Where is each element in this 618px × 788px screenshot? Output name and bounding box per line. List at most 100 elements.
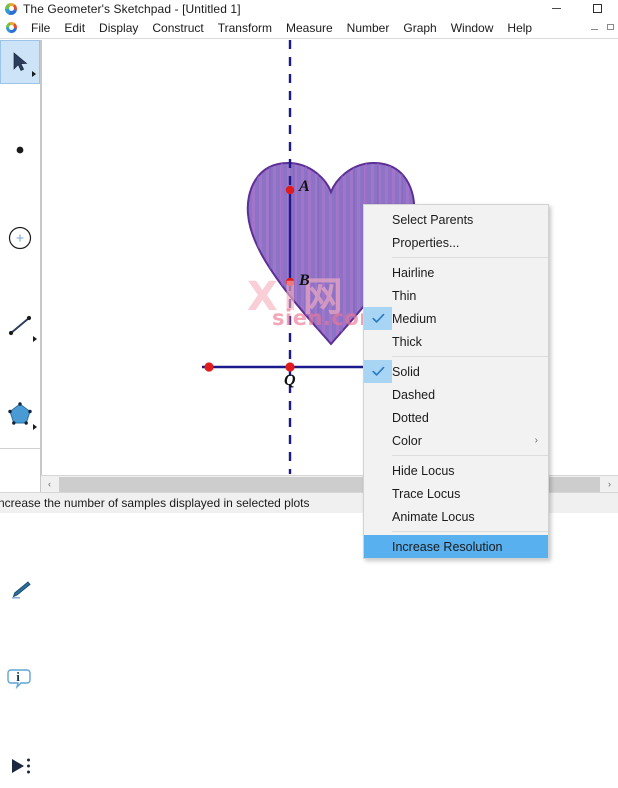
context-menu-separator	[392, 356, 548, 357]
checkmark-slot	[364, 459, 392, 482]
checkmark-slot	[364, 208, 392, 231]
compass-circle-tool[interactable]	[0, 216, 40, 260]
straightedge-tool[interactable]	[0, 304, 40, 348]
mdi-restore-button[interactable]	[602, 19, 618, 35]
marker-tool[interactable]	[0, 568, 40, 612]
label-point-q[interactable]: Q	[284, 372, 296, 390]
checkmark-slot	[364, 482, 392, 505]
play-triangle-icon	[12, 758, 30, 774]
menu-edit[interactable]: Edit	[57, 19, 92, 37]
custom-tools[interactable]	[0, 744, 40, 788]
context-menu-item-label: Medium	[392, 311, 437, 326]
context-menu-item-dashed[interactable]: Dashed	[364, 383, 548, 406]
flyout-arrow-icon	[33, 424, 37, 430]
arrow-icon	[13, 52, 28, 71]
context-menu-item-medium[interactable]: Medium	[364, 307, 548, 330]
mdi-minimize-icon	[590, 29, 598, 30]
context-menu-item-animate-locus[interactable]: Animate Locus	[364, 505, 548, 528]
menu-help[interactable]: Help	[500, 19, 539, 37]
menu-display[interactable]: Display	[92, 19, 145, 37]
context-menu-item-trace-locus[interactable]: Trace Locus	[364, 482, 548, 505]
menu-file[interactable]: File	[24, 19, 57, 37]
minimize-button[interactable]	[536, 0, 577, 17]
pentagon-icon	[8, 402, 32, 425]
point-q[interactable]	[285, 362, 295, 372]
context-menu-item-label: Dashed	[392, 387, 436, 402]
point-b[interactable]	[285, 277, 295, 287]
checkmark-icon	[364, 307, 392, 330]
menu-window[interactable]: Window	[444, 19, 501, 37]
flyout-arrow-icon	[33, 336, 37, 342]
context-menu-separator	[392, 257, 548, 258]
menu-construct[interactable]: Construct	[145, 19, 210, 37]
menu-transform[interactable]: Transform	[211, 19, 279, 37]
sketchpad-logo-icon	[5, 2, 17, 15]
maximize-button[interactable]	[577, 0, 618, 17]
checkmark-slot	[364, 261, 392, 284]
menu-graph[interactable]: Graph	[396, 19, 443, 37]
status-message: ncrease the number of samples displayed …	[0, 496, 310, 510]
circle-icon	[8, 226, 32, 250]
scroll-right-arrow-icon[interactable]: ›	[601, 476, 618, 492]
toolbar-divider	[0, 448, 40, 449]
context-menu-item-increase-resolution[interactable]: Increase Resolution	[364, 535, 548, 558]
checkmark-slot	[364, 383, 392, 406]
checkmark-slot	[364, 429, 392, 452]
context-menu-item-select-parents[interactable]: Select Parents	[364, 208, 548, 231]
menu-number[interactable]: Number	[340, 19, 397, 37]
mdi-minimize-button[interactable]	[586, 19, 602, 35]
checkmark-slot	[364, 231, 392, 254]
context-menu-item-label: Thick	[392, 334, 422, 349]
window-title: The Geometer's Sketchpad - [Untitled 1]	[23, 1, 241, 16]
context-menu-item-thin[interactable]: Thin	[364, 284, 548, 307]
context-menu-item-properties[interactable]: Properties...	[364, 231, 548, 254]
context-menu-item-label: Hairline	[392, 265, 435, 280]
chevron-right-icon: ›	[534, 435, 538, 446]
label-point-b[interactable]: B	[299, 272, 310, 290]
checkmark-icon	[364, 360, 392, 383]
point-icon	[16, 146, 24, 154]
context-menu-item-label: Select Parents	[392, 212, 474, 227]
mdi-restore-icon	[606, 24, 614, 30]
context-menu-item-label: Increase Resolution	[392, 539, 503, 554]
menu-bar: File Edit Display Construct Transform Me…	[0, 17, 618, 39]
context-menu-item-label: Trace Locus	[392, 486, 461, 501]
context-menu-item-label: Properties...	[392, 235, 460, 250]
point-origin[interactable]	[204, 362, 214, 372]
checkmark-slot	[364, 284, 392, 307]
svg-text:i: i	[16, 669, 20, 684]
maximize-icon	[593, 4, 602, 13]
context-menu-item-solid[interactable]: Solid	[364, 360, 548, 383]
context-menu-item-label: Solid	[392, 364, 420, 379]
mdi-window-controls	[586, 19, 618, 35]
context-menu-item-dotted[interactable]: Dotted	[364, 406, 548, 429]
document-icon	[6, 22, 17, 33]
scroll-left-arrow-icon[interactable]: ‹	[41, 476, 58, 492]
point-tool[interactable]	[0, 128, 40, 172]
context-menu: Select Parents Properties... Hairline Thin M…	[363, 204, 549, 559]
menu-measure[interactable]: Measure	[279, 19, 340, 37]
context-menu-item-color[interactable]: Color ›	[364, 429, 548, 452]
info-bubble-icon: i	[7, 669, 31, 690]
context-menu-separator	[392, 531, 548, 532]
polygon-tool[interactable]	[0, 392, 40, 436]
pencil-icon	[12, 581, 31, 599]
label-point-a[interactable]: A	[299, 178, 310, 196]
checkmark-slot	[364, 330, 392, 353]
context-menu-item-label: Animate Locus	[392, 509, 475, 524]
point-a[interactable]	[285, 185, 295, 195]
checkmark-slot	[364, 505, 392, 528]
information-tool[interactable]: i	[0, 656, 40, 700]
tool-palette: A i	[0, 40, 41, 774]
line-segment-icon	[8, 315, 32, 336]
context-menu-item-thick[interactable]: Thick	[364, 330, 548, 353]
context-menu-item-label: Hide Locus	[392, 463, 455, 478]
context-menu-item-label: Color	[392, 433, 422, 448]
checkmark-slot	[364, 535, 392, 558]
checkmark-slot	[364, 406, 392, 429]
arrow-select-tool[interactable]	[0, 40, 40, 84]
context-menu-item-hairline[interactable]: Hairline	[364, 261, 548, 284]
context-menu-item-hide-locus[interactable]: Hide Locus	[364, 459, 548, 482]
scrollbar-corner	[0, 475, 41, 492]
context-menu-separator	[392, 455, 548, 456]
